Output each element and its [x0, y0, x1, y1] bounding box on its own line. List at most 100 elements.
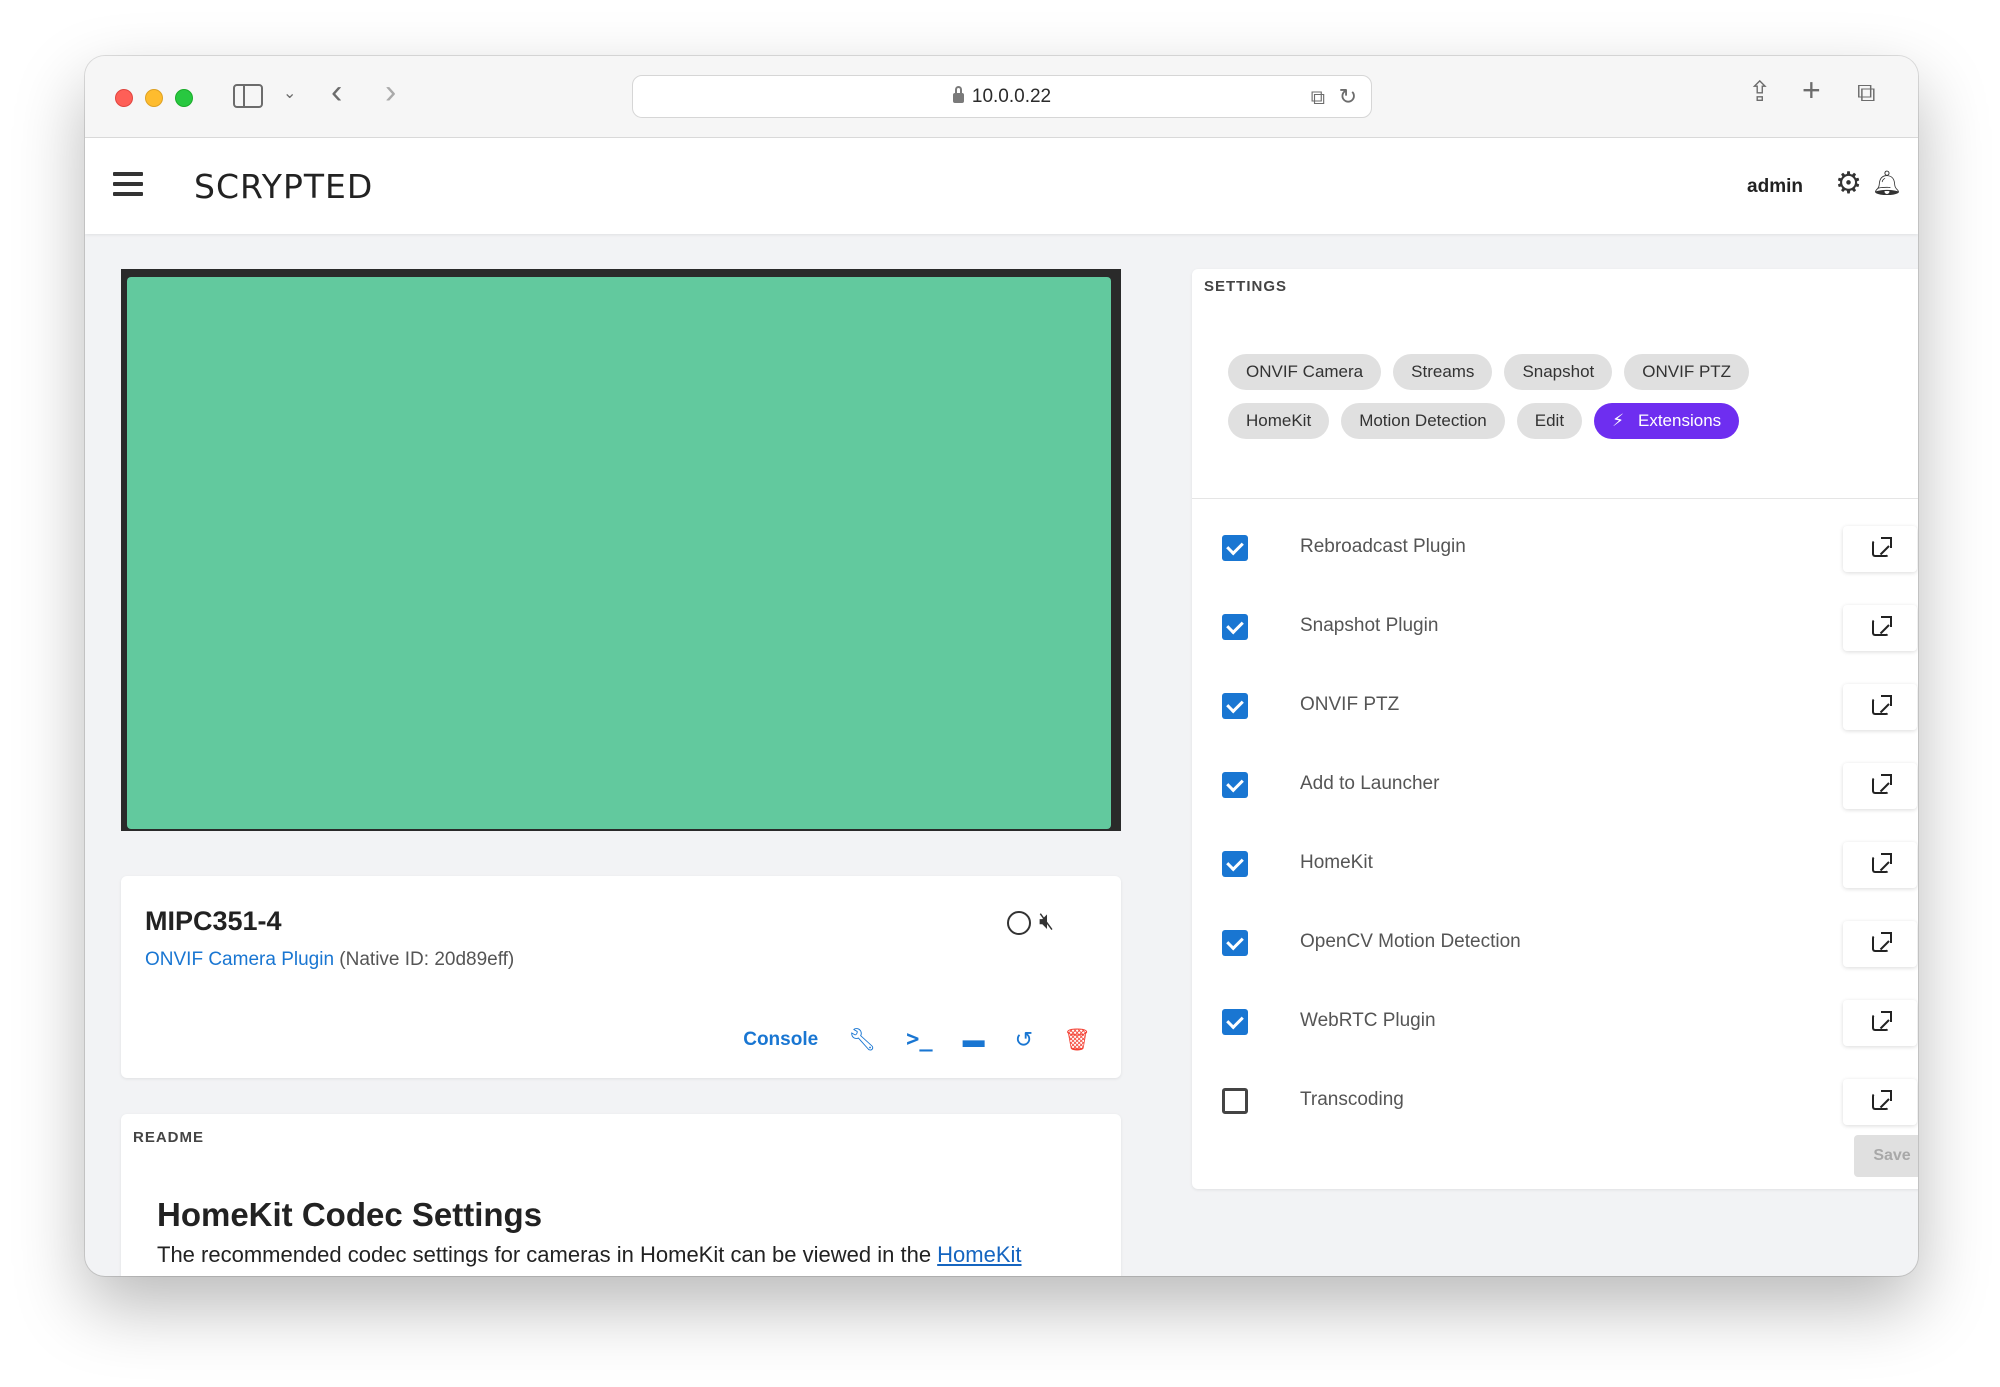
open-extension-button[interactable]	[1843, 526, 1917, 572]
open-extension-button[interactable]	[1843, 1000, 1917, 1046]
extension-checkbox[interactable]	[1222, 772, 1248, 798]
extension-label: ONVIF PTZ	[1300, 694, 1400, 715]
extension-checkbox[interactable]	[1222, 535, 1248, 561]
wrench-icon[interactable]: 🔧︎	[848, 1028, 876, 1052]
open-extension-button[interactable]	[1843, 842, 1917, 888]
tab-extensions[interactable]: ⚡︎ Extensions	[1594, 403, 1740, 439]
open-external-icon	[1871, 1011, 1892, 1031]
camera-preview[interactable]	[121, 269, 1121, 831]
console-button[interactable]: Console	[743, 1029, 818, 1051]
open-extension-button[interactable]	[1843, 684, 1917, 730]
save-button[interactable]: Save	[1854, 1135, 1918, 1177]
tab-snapshot[interactable]: Snapshot	[1504, 354, 1613, 390]
tab-edit[interactable]: Edit	[1516, 403, 1583, 439]
readme-text: The recommended codec settings for camer…	[157, 1242, 1022, 1268]
tab-streams[interactable]: Streams	[1393, 354, 1493, 390]
history-icon[interactable]: ↺	[1015, 1028, 1033, 1052]
extension-row: Rebroadcast Plugin	[1192, 509, 1918, 588]
extension-label: WebRTC Plugin	[1300, 1010, 1436, 1031]
extension-checkbox[interactable]	[1222, 1009, 1248, 1035]
share-icon[interactable]: ⇪	[1748, 78, 1771, 106]
user-name[interactable]: admin	[1747, 176, 1803, 198]
tab-onvif-camera[interactable]: ONVIF Camera	[1228, 354, 1382, 390]
app-header: SCRYPTED admin ⚙ 🔔︎	[85, 138, 1918, 234]
lock-icon	[952, 86, 964, 103]
record-icon[interactable]	[1007, 911, 1031, 935]
tab-homekit[interactable]: HomeKit	[1228, 403, 1330, 439]
chevron-down-icon[interactable]: ⌄	[283, 80, 296, 108]
extension-row: HomeKit	[1192, 825, 1918, 904]
tab-overview-icon[interactable]: ⧉	[1857, 78, 1876, 106]
bolt-icon: ⚡︎	[1612, 411, 1624, 430]
tab-onvif-ptz[interactable]: ONVIF PTZ	[1624, 354, 1750, 390]
extension-row: OpenCV Motion Detection	[1192, 904, 1918, 983]
device-card: MIPC351-4 ONVIF Camera Plugin (Native ID…	[121, 876, 1121, 1078]
readme-title: HomeKit Codec Settings	[157, 1196, 543, 1233]
settings-label: SETTINGS	[1204, 278, 1288, 295]
menu-icon[interactable]	[113, 172, 143, 196]
extension-row: ONVIF PTZ	[1192, 667, 1918, 746]
extension-label: Transcoding	[1300, 1089, 1404, 1110]
close-window-button[interactable]	[115, 89, 133, 107]
settings-divider	[1192, 498, 1918, 499]
open-extension-button[interactable]	[1843, 763, 1917, 809]
forward-icon[interactable]: ›	[385, 75, 396, 109]
open-external-icon	[1871, 1090, 1892, 1110]
url-text: 10.0.0.22	[971, 86, 1052, 107]
tab-extensions-label: Extensions	[1638, 411, 1722, 430]
extension-label: OpenCV Motion Detection	[1300, 931, 1521, 952]
extension-checkbox[interactable]	[1222, 693, 1248, 719]
open-external-icon	[1871, 853, 1892, 873]
browser-toolbar: ⌄ ‹ › 10.0.0.22 ⧉ ↻ ⇪ + ⧉	[85, 56, 1918, 138]
extension-checkbox[interactable]	[1222, 1088, 1248, 1114]
settings-card: SETTINGS ONVIF Camera Streams Snapshot O…	[1192, 269, 1918, 1189]
storage-icon[interactable]: ▬	[963, 1028, 985, 1052]
extension-row: Snapshot Plugin	[1192, 588, 1918, 667]
extension-label: Add to Launcher	[1300, 773, 1440, 794]
native-id: (Native ID: 20d89eff)	[339, 949, 515, 970]
address-bar[interactable]: 10.0.0.22 ⧉ ↻	[632, 75, 1372, 118]
extension-checkbox[interactable]	[1222, 614, 1248, 640]
brand-title: SCRYPTED	[194, 167, 374, 206]
extension-row: WebRTC Plugin	[1192, 983, 1918, 1062]
sidebar-toggle-icon[interactable]	[233, 84, 263, 108]
minimize-window-button[interactable]	[145, 89, 163, 107]
extension-label: Snapshot Plugin	[1300, 615, 1439, 636]
extension-row: Add to Launcher	[1192, 746, 1918, 825]
zoom-window-button[interactable]	[175, 89, 193, 107]
extension-label: HomeKit	[1300, 852, 1373, 873]
trash-icon[interactable]: 🗑︎	[1063, 1028, 1091, 1052]
extension-row: Transcoding	[1192, 1062, 1918, 1141]
reload-icon[interactable]: ↻	[1339, 83, 1357, 111]
open-extension-button[interactable]	[1843, 1079, 1917, 1125]
readme-label: README	[133, 1129, 205, 1146]
settings-tabs: ONVIF Camera Streams Snapshot ONVIF PTZ …	[1228, 354, 1908, 452]
back-icon[interactable]: ‹	[331, 75, 342, 109]
open-extension-button[interactable]	[1843, 921, 1917, 967]
translate-icon[interactable]: ⧉	[1311, 84, 1325, 112]
readme-body: The recommended codec settings for camer…	[157, 1242, 938, 1267]
bell-icon[interactable]: 🔔︎	[1872, 171, 1902, 197]
plugin-link[interactable]: ONVIF Camera Plugin	[145, 949, 334, 970]
open-external-icon	[1871, 932, 1892, 952]
open-external-icon	[1871, 537, 1892, 557]
tab-motion-detection[interactable]: Motion Detection	[1341, 403, 1505, 439]
readme-homekit-link[interactable]: HomeKit	[937, 1242, 1021, 1267]
device-name: MIPC351-4	[145, 906, 282, 936]
open-extension-button[interactable]	[1843, 605, 1917, 651]
mute-icon[interactable]: 🔇︎	[1039, 908, 1054, 936]
browser-window: ⌄ ‹ › 10.0.0.22 ⧉ ↻ ⇪ + ⧉ SCRYPTED admin…	[85, 56, 1918, 1276]
open-external-icon	[1871, 774, 1892, 794]
video-placeholder	[127, 277, 1111, 829]
new-tab-icon[interactable]: +	[1802, 74, 1821, 106]
open-external-icon	[1871, 695, 1892, 715]
open-external-icon	[1871, 616, 1892, 636]
device-actions: Console 🔧︎ >_ ▬ ↺ 🗑︎	[743, 1028, 1091, 1052]
terminal-icon[interactable]: >_	[906, 1028, 933, 1052]
extension-checkbox[interactable]	[1222, 851, 1248, 877]
device-plugin-info: ONVIF Camera Plugin (Native ID: 20d89eff…	[145, 949, 514, 971]
extension-checkbox[interactable]	[1222, 930, 1248, 956]
extension-label: Rebroadcast Plugin	[1300, 536, 1466, 557]
gear-icon[interactable]: ⚙	[1835, 169, 1862, 199]
readme-card: README HomeKit Codec Settings The recomm…	[121, 1114, 1121, 1276]
